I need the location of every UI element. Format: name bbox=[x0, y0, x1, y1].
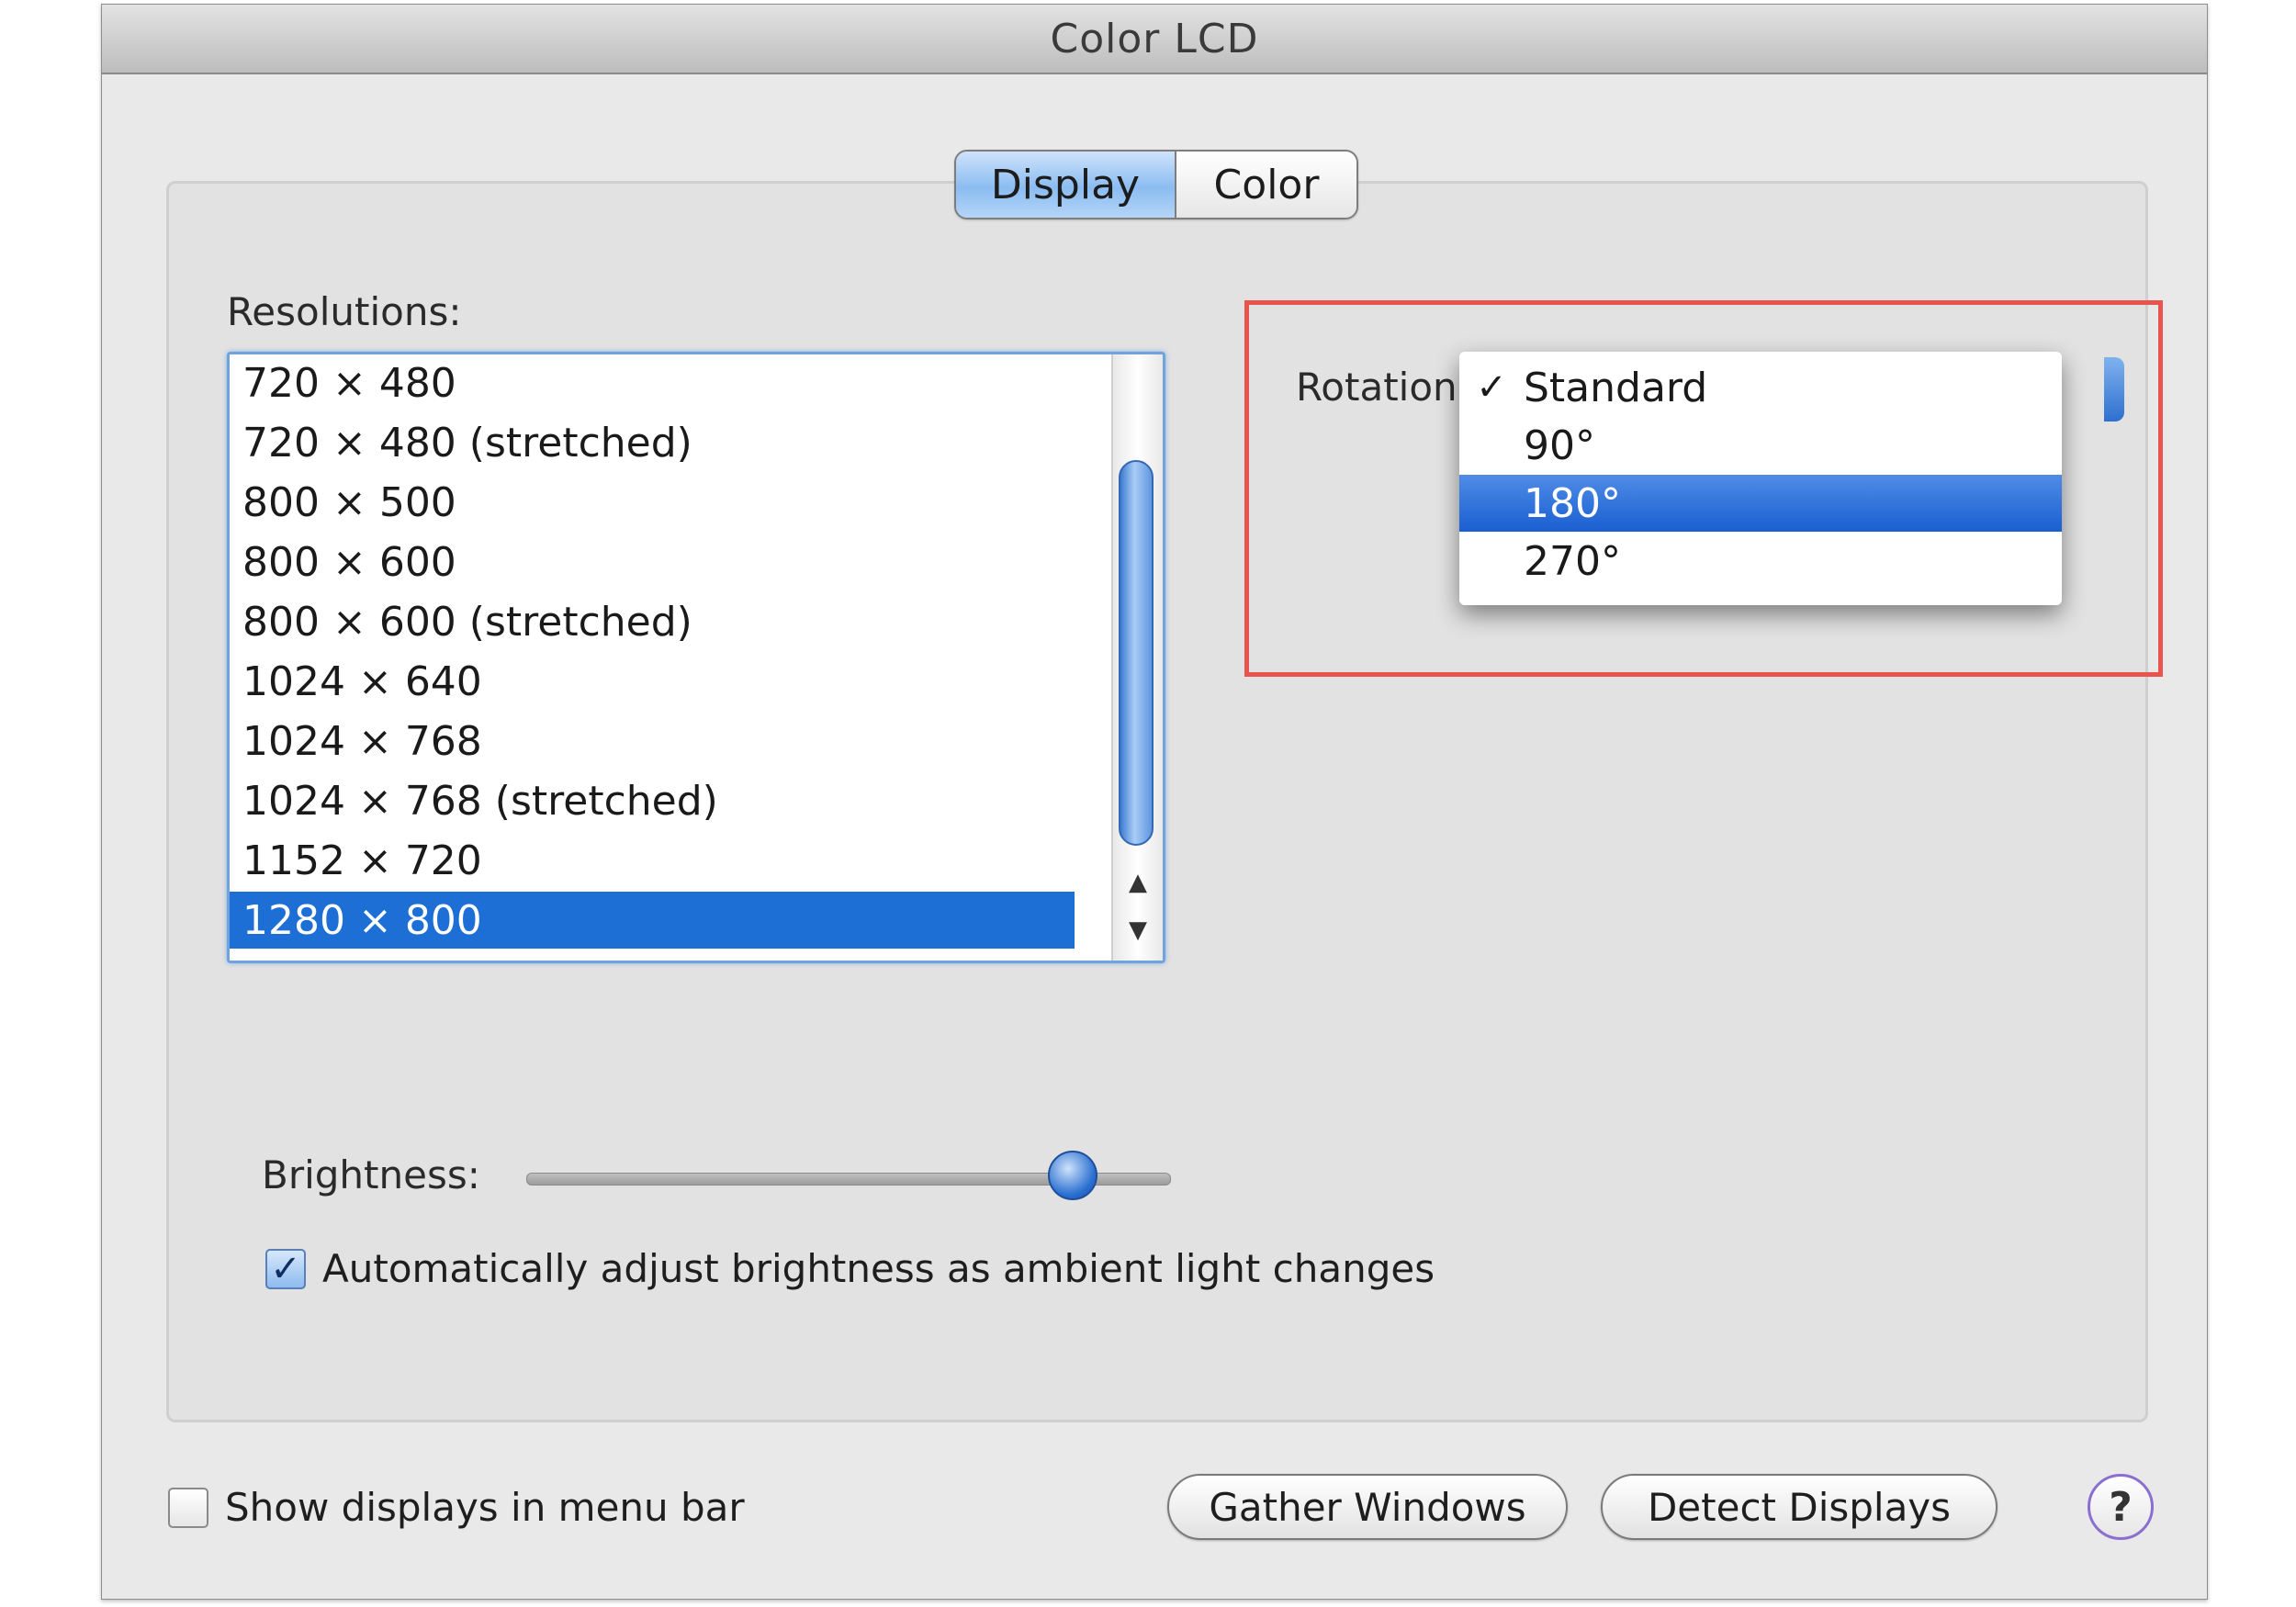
rotation-option-label: 90° bbox=[1524, 421, 1595, 469]
resolution-list-item[interactable]: 1024 × 640 bbox=[230, 653, 1075, 710]
checkmark-icon: ✓ bbox=[1476, 366, 1507, 409]
help-icon[interactable]: ? bbox=[2088, 1474, 2154, 1540]
resolutions-scrollbar[interactable]: ▲ ▼ bbox=[1111, 354, 1163, 961]
resolution-list-item[interactable]: 800 × 600 bbox=[230, 534, 1075, 590]
rotation-option-label: Standard bbox=[1524, 364, 1708, 411]
rotation-menu-item[interactable]: 270° bbox=[1459, 533, 2062, 590]
tab-bar: Display Color bbox=[954, 150, 1358, 219]
detect-displays-button[interactable]: Detect Displays bbox=[1601, 1474, 1998, 1540]
scroll-up-icon[interactable]: ▲ bbox=[1113, 858, 1163, 907]
auto-brightness-checkbox[interactable] bbox=[265, 1248, 306, 1289]
preferences-window: Color LCD Display Color Resolutions: 720… bbox=[101, 4, 2208, 1600]
rotation-option-label: 180° bbox=[1524, 479, 1621, 527]
rotation-menu[interactable]: ✓ Standard 90° 180° 270° bbox=[1459, 352, 2062, 605]
resolution-list-item[interactable]: 1280 × 800 bbox=[230, 892, 1075, 949]
rotation-menu-item[interactable]: 90° bbox=[1459, 417, 2062, 474]
rotation-label: Rotation bbox=[1296, 365, 1458, 410]
rotation-option-label: 270° bbox=[1524, 537, 1621, 585]
brightness-slider-knob[interactable] bbox=[1048, 1151, 1097, 1200]
window-title: Color LCD bbox=[1050, 15, 1259, 62]
show-displays-row: Show displays in menu bar bbox=[168, 1485, 745, 1530]
brightness-label: Brightness: bbox=[262, 1152, 480, 1197]
resolution-list-item[interactable]: 720 × 480 bbox=[230, 354, 1075, 411]
resolution-list-item[interactable]: 800 × 600 (stretched) bbox=[230, 593, 1075, 650]
auto-brightness-row: Automatically adjust brightness as ambie… bbox=[265, 1246, 1435, 1291]
title-bar[interactable]: Color LCD bbox=[102, 5, 2207, 74]
rotation-menu-item[interactable]: 180° bbox=[1459, 475, 2062, 532]
resolutions-list[interactable]: 720 × 480 720 × 480 (stretched) 800 × 500 8… bbox=[227, 352, 1165, 963]
rotation-popup-button[interactable] bbox=[2104, 357, 2124, 421]
resolution-list-item[interactable]: 800 × 500 bbox=[230, 474, 1075, 531]
auto-brightness-label[interactable]: Automatically adjust brightness as ambie… bbox=[322, 1246, 1435, 1291]
show-displays-label[interactable]: Show displays in menu bar bbox=[225, 1485, 745, 1530]
resolutions-label: Resolutions: bbox=[227, 289, 462, 334]
rotation-menu-item[interactable]: ✓ Standard bbox=[1459, 359, 2062, 416]
tab-color[interactable]: Color bbox=[1176, 152, 1356, 218]
resolution-list-item[interactable]: 720 × 480 (stretched) bbox=[230, 414, 1075, 471]
tab-display[interactable]: Display bbox=[956, 152, 1176, 218]
resolution-list-item[interactable]: 1152 × 720 bbox=[230, 832, 1075, 889]
scroll-down-icon[interactable]: ▼ bbox=[1113, 905, 1163, 955]
resolution-list-item[interactable]: 1024 × 768 (stretched) bbox=[230, 772, 1075, 829]
resolution-list-item[interactable]: 1024 × 768 bbox=[230, 713, 1075, 770]
scroll-thumb[interactable] bbox=[1119, 460, 1154, 846]
gather-windows-button[interactable]: Gather Windows bbox=[1167, 1474, 1568, 1540]
show-displays-checkbox[interactable] bbox=[168, 1487, 208, 1528]
